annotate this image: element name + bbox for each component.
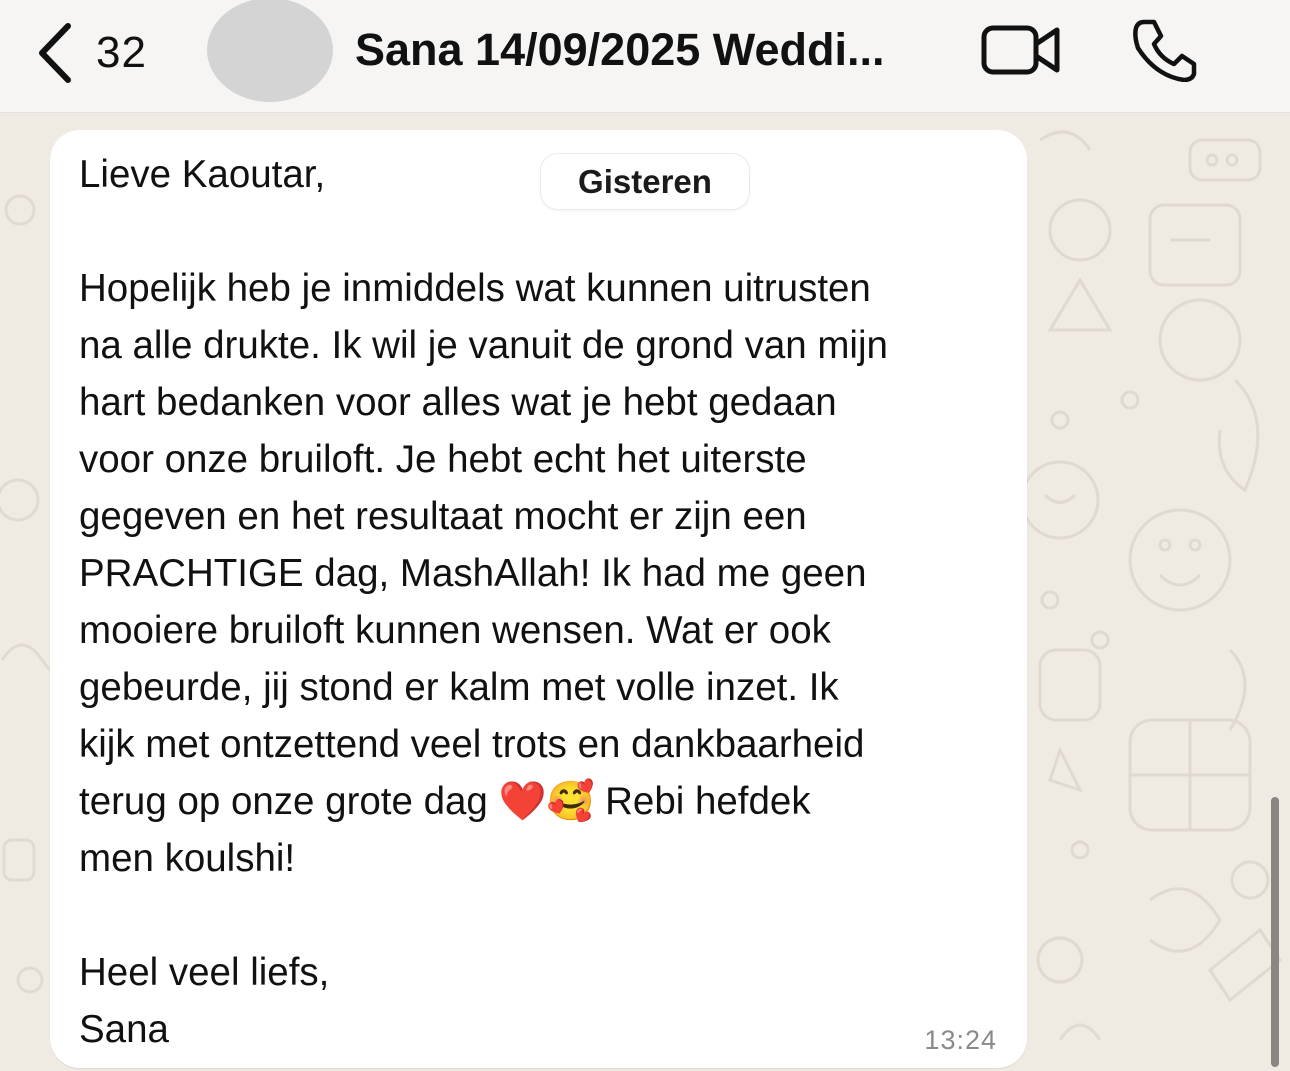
voice-call-button[interactable] bbox=[1130, 18, 1198, 87]
video-camera-icon bbox=[981, 25, 1060, 75]
message-timestamp: 13:24 bbox=[924, 1025, 997, 1055]
unread-count: 32 bbox=[96, 28, 147, 77]
message-text: Lieve Kaoutar, Hopelijk heb je inmiddels… bbox=[79, 153, 888, 1051]
chat-title[interactable]: Sana 14/09/2025 Weddi... bbox=[355, 22, 955, 78]
chat-header: 32 Sana 14/09/2025 Weddi... bbox=[0, 0, 1290, 113]
video-call-button[interactable] bbox=[980, 22, 1062, 83]
avatar[interactable] bbox=[207, 0, 333, 102]
chat-screen: 32 Sana 14/09/2025 Weddi... Lieve Kaouta… bbox=[0, 0, 1290, 1071]
incoming-message-bubble[interactable]: Lieve Kaoutar, Hopelijk heb je inmiddels… bbox=[50, 130, 1027, 1068]
date-separator: Gisteren bbox=[540, 153, 750, 210]
phone-icon bbox=[1133, 19, 1197, 83]
scrollbar[interactable] bbox=[1271, 797, 1279, 1067]
chevron-left-icon bbox=[39, 23, 71, 83]
back-button[interactable]: 32 bbox=[34, 18, 147, 88]
